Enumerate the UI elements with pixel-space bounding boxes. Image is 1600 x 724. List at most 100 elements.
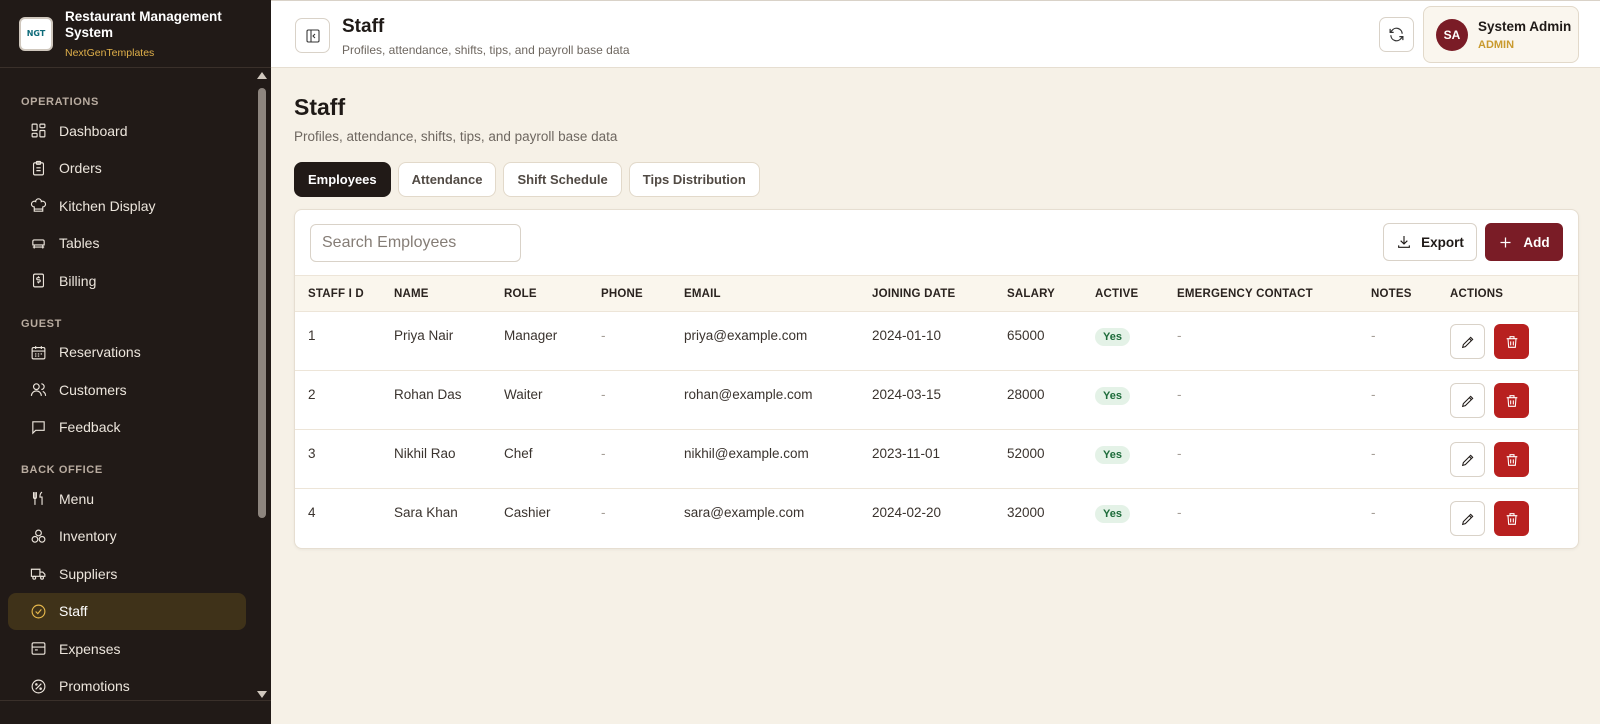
sidebar-item-label: Billing (59, 272, 97, 289)
cell-staff-id: 3 (308, 446, 316, 461)
header-title: Staff (342, 16, 385, 37)
page-title: Staff (294, 94, 346, 120)
cell-active: Yes (1095, 489, 1177, 548)
cell-name: Priya Nair (394, 328, 454, 343)
cell-joining-date: 2024-01-10 (872, 328, 942, 343)
tab-shift-schedule[interactable]: Shift Schedule (503, 162, 622, 197)
sidebar-item-label: Menu (59, 490, 95, 507)
plus-icon (1500, 237, 1511, 247)
calendar-icon (29, 343, 47, 361)
cell-notes: - (1371, 446, 1376, 461)
cell-notes: - (1371, 328, 1376, 343)
tab-employees[interactable]: Employees (294, 162, 391, 197)
sidebar-item-orders[interactable]: Orders (8, 150, 246, 188)
add-employee-button[interactable]: Add (1485, 223, 1563, 261)
sidebar-item-label: Promotions (59, 678, 130, 695)
sidebar-item-kitchen-display[interactable]: Kitchen Display (8, 187, 246, 225)
scroll-down-arrow[interactable] (257, 691, 267, 698)
col-name: NAME (394, 287, 429, 300)
col-staff-id: STAFF I D (308, 287, 364, 300)
refresh-icon (1389, 27, 1404, 42)
cell-actions (1450, 489, 1578, 548)
edit-button[interactable] (1450, 383, 1485, 418)
cell-email: rohan@example.com (684, 387, 813, 402)
cell-joining-date: 2023-11-01 (872, 446, 941, 461)
trash-icon (1506, 453, 1517, 466)
sidebar-section-operations: OPERATIONS (21, 96, 99, 108)
table-icon (29, 234, 47, 252)
delete-button[interactable] (1494, 383, 1529, 418)
cell-notes: - (1371, 505, 1376, 520)
sidebar-item-tables[interactable]: Tables (8, 225, 246, 263)
cell-staff-id: 4 (308, 505, 316, 520)
sidebar-item-menu[interactable]: Menu (8, 480, 246, 518)
users-icon (29, 381, 47, 399)
trash-icon (1506, 394, 1517, 407)
sidebar-toggle-button[interactable] (295, 18, 330, 53)
export-button[interactable]: Export (1383, 223, 1477, 261)
cell-email: priya@example.com (684, 328, 808, 343)
employees-card: Export Add STAFF I D NAME ROLE PHONE EMA… (294, 209, 1579, 549)
table-row: 2 Rohan Das Waiter - rohan@example.com 2… (295, 371, 1578, 430)
scroll-up-arrow[interactable] (257, 72, 267, 79)
sidebar-scrollbar[interactable] (257, 72, 267, 698)
pencil-icon (1461, 395, 1473, 407)
sidebar-item-label: Dashboard (59, 122, 128, 139)
sidebar-item-reservations[interactable]: Reservations (8, 334, 246, 372)
sidebar-item-customers[interactable]: Customers (8, 371, 246, 409)
edit-button[interactable] (1450, 501, 1485, 536)
cell-actions (1450, 430, 1578, 489)
search-input[interactable] (310, 224, 521, 262)
badge-check-icon (29, 602, 47, 620)
cell-joining-date: 2024-03-15 (872, 387, 942, 402)
header-subtitle: Profiles, attendance, shifts, tips, and … (342, 43, 630, 57)
cell-emergency-contact: - (1177, 387, 1182, 402)
pencil-icon (1461, 513, 1473, 525)
staff-tabs: Employees Attendance Shift Schedule Tips… (294, 162, 760, 197)
status-badge: Yes (1095, 387, 1130, 405)
col-actions: ACTIONS (1450, 287, 1504, 300)
sidebar-item-suppliers[interactable]: Suppliers (8, 555, 246, 593)
utensils-icon (29, 490, 47, 508)
delete-button[interactable] (1494, 324, 1529, 359)
sidebar-item-label: Staff (59, 603, 88, 620)
sidebar-item-expenses[interactable]: Expenses (8, 630, 246, 668)
panel-left-icon (305, 28, 320, 43)
sidebar-item-label: Customers (59, 381, 127, 398)
sidebar-item-feedback[interactable]: Feedback (8, 409, 246, 447)
scroll-thumb[interactable] (258, 88, 266, 518)
col-joining-date: JOINING DATE (872, 287, 956, 300)
sidebar-nav: OPERATIONS Dashboard Orders Kitchen Disp… (0, 70, 255, 700)
status-badge: Yes (1095, 505, 1130, 523)
cell-joining-date: 2024-02-20 (872, 505, 942, 520)
sidebar-item-dashboard[interactable]: Dashboard (8, 112, 246, 150)
status-badge: Yes (1095, 446, 1130, 464)
cell-staff-id: 2 (308, 387, 316, 402)
col-notes: NOTES (1371, 287, 1412, 300)
cell-actions (1450, 312, 1578, 371)
cell-phone: - (601, 446, 606, 461)
delete-button[interactable] (1494, 501, 1529, 536)
cell-active: Yes (1095, 371, 1177, 430)
avatar: SA (1436, 18, 1468, 51)
delete-button[interactable] (1494, 442, 1529, 477)
sidebar-item-billing[interactable]: Billing (8, 262, 246, 300)
employees-table: STAFF I D NAME ROLE PHONE EMAIL JOINING … (295, 275, 1578, 548)
dashboard-icon (29, 122, 47, 140)
edit-button[interactable] (1450, 442, 1485, 477)
clipboard-icon (29, 159, 47, 177)
edit-button[interactable] (1450, 324, 1485, 359)
cell-salary: 52000 (1007, 446, 1045, 461)
cell-active: Yes (1095, 430, 1177, 489)
sidebar-item-staff[interactable]: Staff (8, 592, 246, 630)
refresh-button[interactable] (1379, 17, 1414, 52)
truck-icon (29, 565, 47, 583)
brand-title: Restaurant Management System (65, 8, 222, 40)
tab-tips-distribution[interactable]: Tips Distribution (628, 162, 760, 197)
col-phone: PHONE (601, 287, 643, 300)
sidebar-item-promotions[interactable]: Promotions (8, 668, 246, 701)
user-menu[interactable]: SA System Admin ADMIN (1423, 6, 1579, 63)
tab-attendance[interactable]: Attendance (397, 162, 497, 197)
user-role: ADMIN (1478, 38, 1515, 51)
sidebar-item-inventory[interactable]: Inventory (8, 518, 246, 556)
